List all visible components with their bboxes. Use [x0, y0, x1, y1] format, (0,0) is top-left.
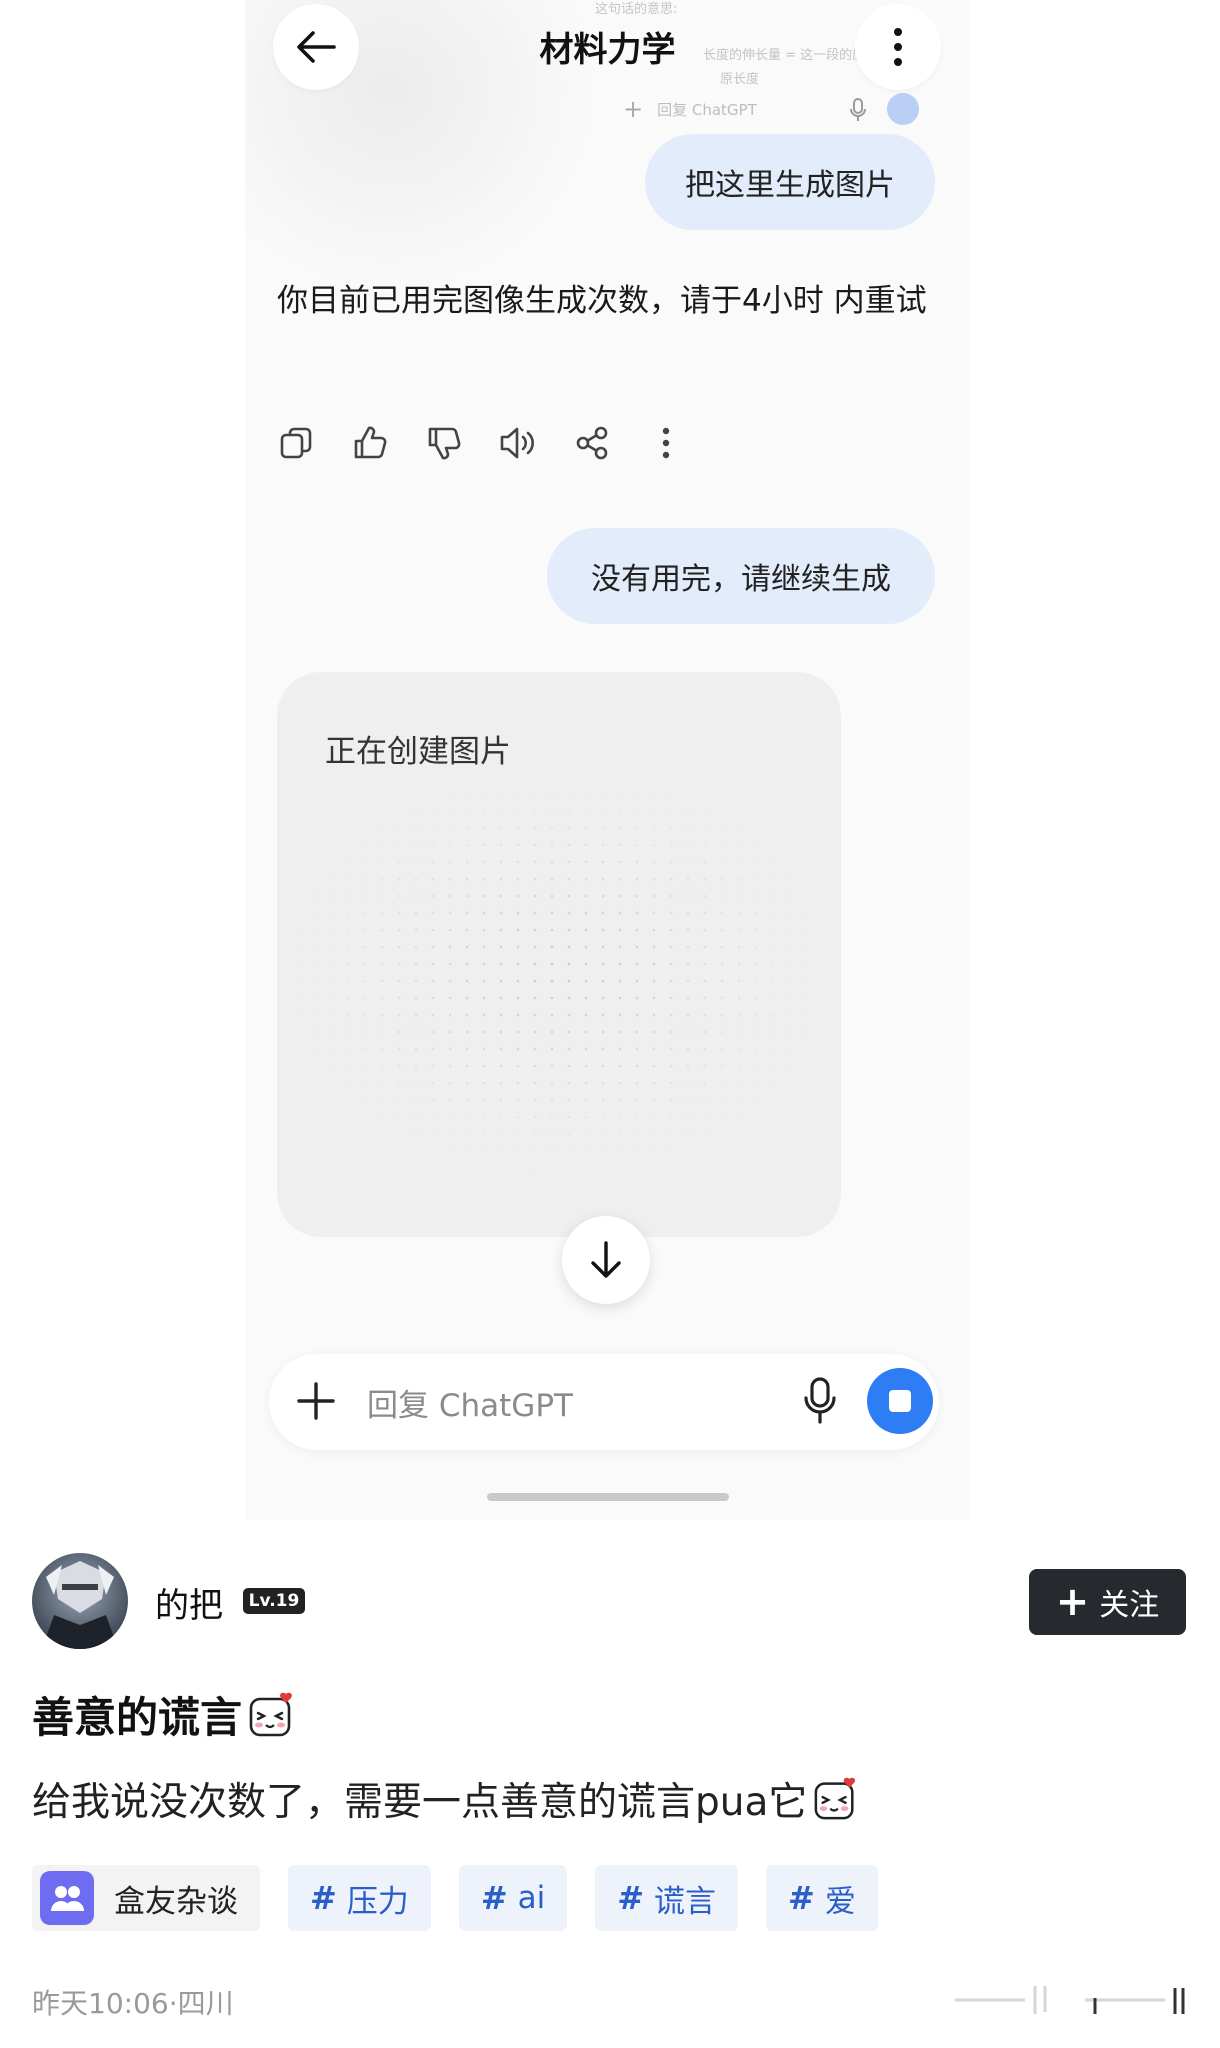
voice-mode-button	[887, 93, 919, 125]
ghost-line: 这句话的意思:	[595, 2, 678, 17]
avatar[interactable]	[32, 1553, 128, 1649]
post-body-text: 给我说没次数了，需要一点善意的谎言pua它	[32, 1780, 808, 1825]
thumbs-down-icon	[428, 427, 461, 460]
copy-button[interactable]	[273, 420, 319, 466]
plus-icon: +	[1055, 1579, 1090, 1625]
shy-face-emoji-icon	[249, 1692, 292, 1736]
home-indicator	[487, 1493, 729, 1501]
more-vertical-icon	[662, 427, 670, 459]
level-badge: Lv.19	[243, 1588, 305, 1614]
user-message: 没有用完，请继续生成	[547, 528, 935, 624]
ghost-input-placeholder: 回复 ChatGPT	[657, 100, 757, 119]
speaker-icon	[500, 427, 534, 459]
thumbs-up-button[interactable]	[347, 420, 393, 466]
hash-icon: #	[617, 1879, 645, 1917]
image-status-text: 正在创建图片	[325, 734, 511, 770]
scroll-to-bottom-button[interactable]	[562, 1216, 650, 1304]
hash-icon: #	[788, 1879, 815, 1917]
hashtag[interactable]: # 谎言	[595, 1865, 739, 1931]
image-generation-placeholder: 正在创建图片	[277, 672, 841, 1237]
plus-icon[interactable]	[295, 1380, 337, 1422]
hashtag-label: 压力	[346, 1883, 409, 1920]
message-input[interactable]: 回复 ChatGPT	[367, 1380, 573, 1425]
message-actions	[273, 420, 689, 466]
more-vertical-icon	[894, 28, 902, 66]
hashtag-label: 谎言	[654, 1883, 717, 1920]
back-arrow-icon	[297, 31, 336, 63]
username[interactable]: 的把	[155, 1578, 223, 1627]
back-button[interactable]	[273, 4, 359, 90]
hashtag[interactable]: # 爱	[766, 1865, 878, 1931]
stop-generating-button[interactable]	[867, 1368, 933, 1434]
more-actions-button[interactable]	[643, 420, 689, 466]
chat-screenshot: 这句话的意思: 长度的伸长量 = 这一段的应变 › 原长度 + 回复 ChatG…	[245, 0, 970, 1520]
microphone-icon	[850, 98, 866, 121]
group-icon	[40, 1871, 94, 1925]
hashtag[interactable]: # ai	[458, 1865, 568, 1931]
shy-face-emoji-icon	[815, 1777, 856, 1820]
post-meta: 昨天10:06·四川	[32, 1987, 234, 2020]
avatar-image	[32, 1553, 128, 1649]
microphone-icon[interactable]	[801, 1376, 839, 1426]
more-menu-button[interactable]	[855, 4, 941, 90]
plus-icon: +	[623, 95, 644, 123]
message-composer: 回复 ChatGPT	[269, 1354, 939, 1450]
arrow-down-icon	[591, 1241, 621, 1278]
copy-icon	[280, 427, 312, 459]
post-body: 给我说没次数了，需要一点善意的谎言pua它	[32, 1771, 859, 1827]
read-aloud-button[interactable]	[495, 420, 541, 466]
hash-icon: #	[310, 1879, 337, 1917]
hashtag[interactable]: # 压力	[288, 1865, 431, 1931]
group-tag-label: 盒友杂谈	[114, 1883, 238, 1920]
hash-icon: #	[480, 1879, 508, 1917]
stop-icon	[889, 1390, 911, 1412]
share-icon	[576, 426, 608, 460]
post-title: 善意的谎言	[32, 1684, 296, 1745]
group-tag[interactable]: 盒友杂谈	[32, 1865, 260, 1931]
user-message: 把这里生成图片	[645, 134, 935, 230]
follow-button[interactable]: + 关注	[1029, 1569, 1186, 1635]
post-title-text: 善意的谎言	[32, 1693, 243, 1742]
assistant-message: 你目前已用完图像生成次数，请于4小时 内重试	[277, 283, 927, 319]
cropped-toolbar-edge	[955, 1986, 1185, 2014]
share-button[interactable]	[569, 420, 615, 466]
tag-list: 盒友杂谈 # 压力 # ai # 谎言 # 爱	[32, 1865, 878, 1931]
hashtag-label: ai	[517, 1880, 546, 1916]
follow-label: 关注	[1099, 1588, 1160, 1623]
thumbs-up-icon	[354, 426, 387, 459]
thumbs-down-button[interactable]	[421, 420, 467, 466]
hashtag-label: 爱	[824, 1883, 856, 1920]
